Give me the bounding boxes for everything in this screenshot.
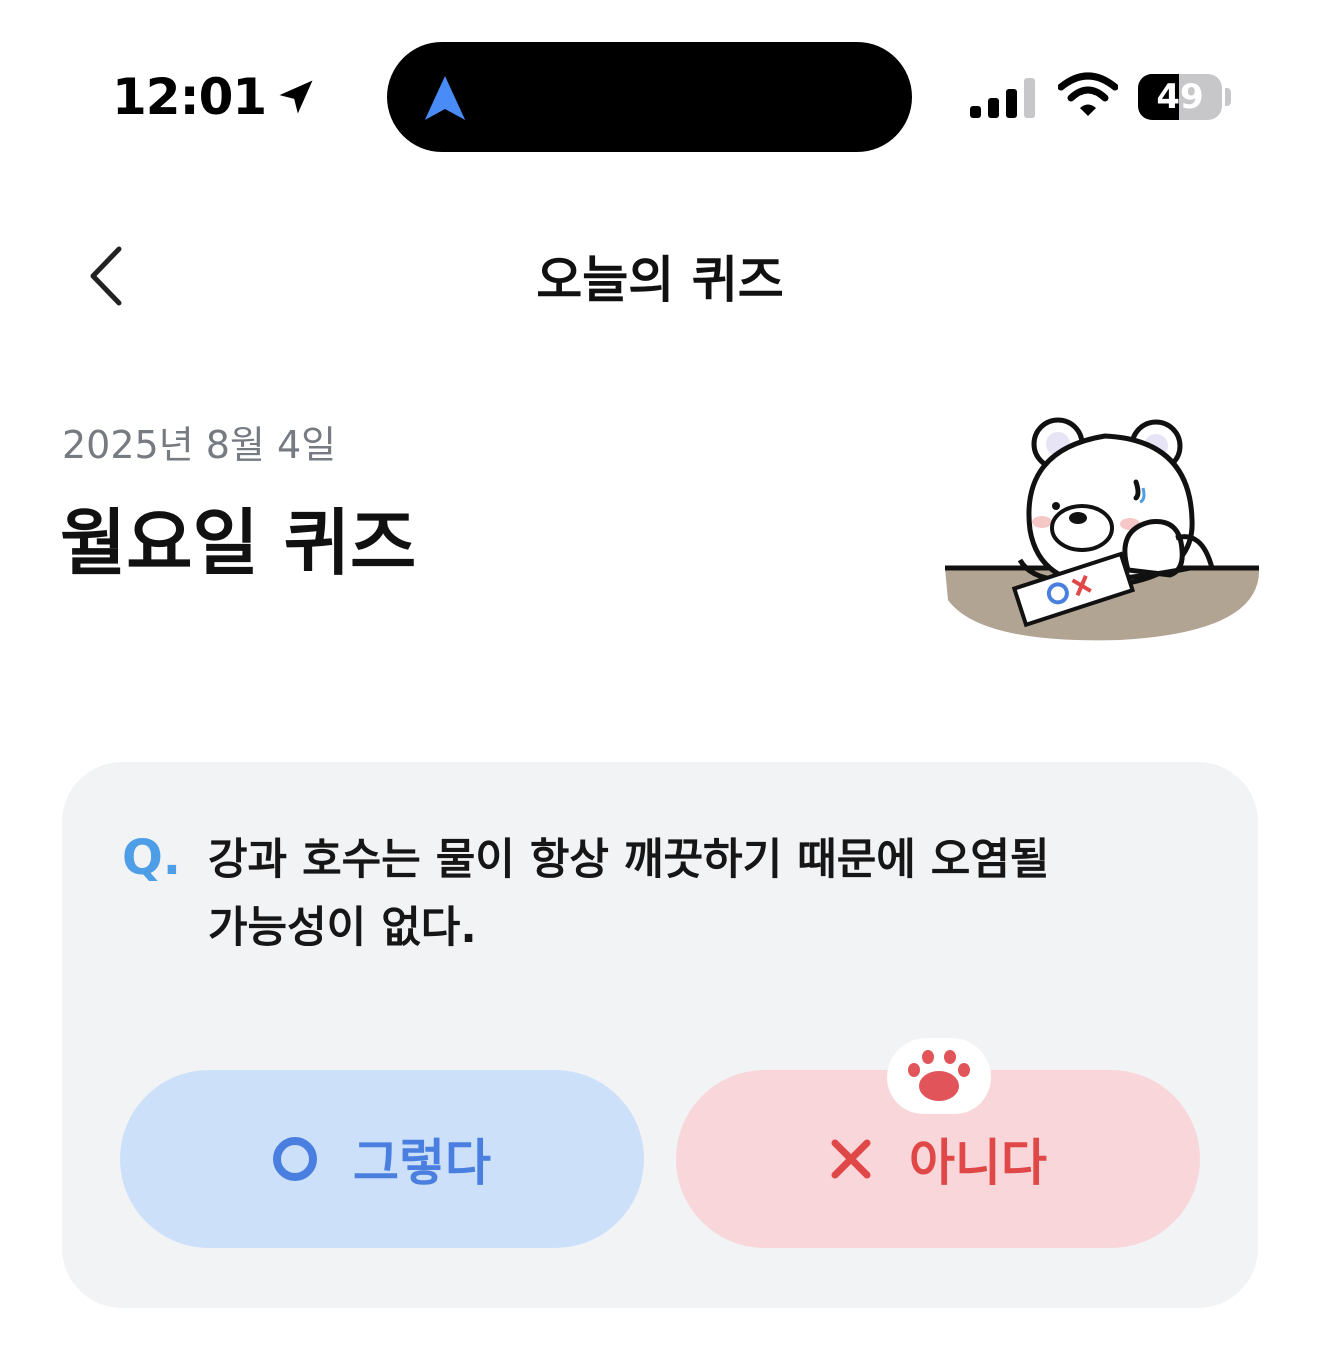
answer-yes-label: 그렇다	[353, 1134, 491, 1192]
battery-icon: 49	[1138, 74, 1222, 120]
x-icon	[831, 1139, 871, 1179]
answer-no-label: 아니다	[909, 1134, 1047, 1192]
battery-nub	[1225, 88, 1231, 106]
wifi-icon	[1058, 72, 1118, 116]
page-title: 오늘의 퀴즈	[536, 251, 784, 309]
paw-selection-badge	[887, 1038, 991, 1114]
dynamic-island	[387, 42, 912, 152]
circle-o-icon	[273, 1137, 317, 1181]
question-text: 강과 호수는 물이 항상 깨끗하기 때문에 오염될 가능성이 없다.	[208, 826, 1128, 962]
question-line-1: 강과 호수는 물이 항상 깨끗하기 때문에 오염될	[208, 835, 1050, 885]
location-arrow-icon	[279, 80, 313, 114]
status-time: 12:01	[112, 68, 318, 126]
paw-icon	[908, 1050, 970, 1101]
cellular-signal-icon	[970, 78, 1035, 118]
quiz-date: 2025년 8월 4일	[62, 423, 337, 467]
status-time-text: 12:01	[112, 68, 267, 126]
quiz-title: 월요일 퀴즈	[60, 501, 417, 585]
navigation-arrow-icon	[424, 76, 466, 120]
question-marker: Q.	[122, 830, 182, 886]
battery-percent: 49	[1156, 77, 1204, 117]
answer-yes-button[interactable]: 그렇다	[120, 1070, 644, 1248]
bear-illustration	[945, 417, 1260, 641]
quiz-card: Q. 강과 호수는 물이 항상 깨끗하기 때문에 오염될 가능성이 없다. 그렇…	[62, 762, 1258, 1308]
question-line-2: 가능성이 없다.	[208, 903, 477, 953]
